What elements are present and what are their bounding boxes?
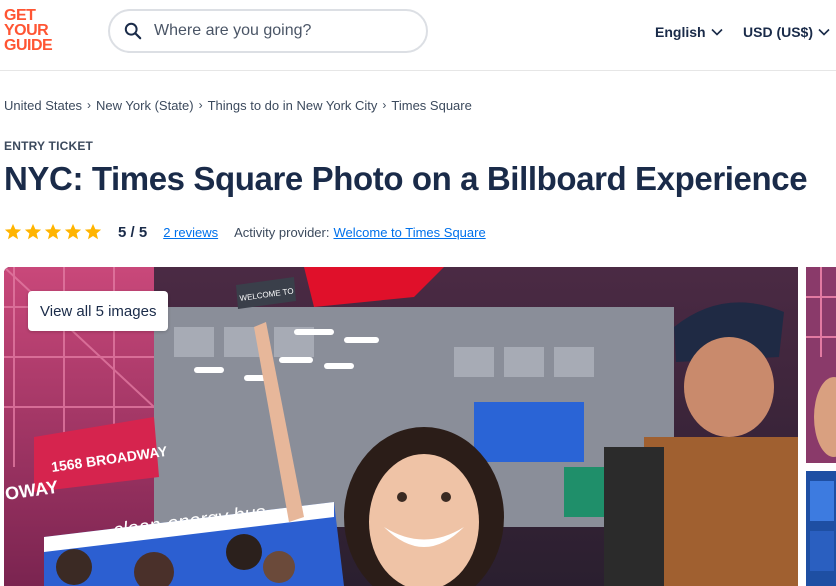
page-title: NYC: Times Square Photo on a Billboard E… bbox=[4, 160, 808, 197]
provider-label: Activity provider: bbox=[234, 224, 330, 240]
gallery-thumb-2[interactable] bbox=[806, 471, 836, 586]
currency-selector[interactable]: USD (US$) bbox=[743, 22, 830, 42]
logo-line-1: GET bbox=[4, 7, 36, 24]
star-icon bbox=[84, 223, 102, 240]
search-bar[interactable] bbox=[108, 9, 428, 53]
breadcrumb-separator: › bbox=[382, 98, 387, 112]
site-header: GET YOUR GUIDE English USD (US$) bbox=[0, 0, 836, 71]
search-icon bbox=[124, 22, 142, 40]
star-icon bbox=[4, 223, 22, 240]
breadcrumb-separator: › bbox=[198, 98, 203, 112]
chevron-down-icon bbox=[818, 28, 830, 36]
breadcrumb-separator: › bbox=[87, 98, 92, 112]
thumbnail-photo bbox=[806, 267, 836, 463]
rating-row: 5 / 5 2 reviews Activity provider: Welco… bbox=[4, 222, 486, 242]
gallery-thumb-1[interactable] bbox=[806, 267, 836, 463]
view-all-images-button[interactable]: View all 5 images bbox=[28, 291, 169, 331]
breadcrumb-times-square[interactable]: Times Square bbox=[391, 98, 471, 113]
star-rating bbox=[4, 223, 104, 241]
search-input[interactable] bbox=[152, 21, 412, 41]
thumbnail-photo bbox=[806, 471, 836, 586]
reviews-link[interactable]: 2 reviews bbox=[163, 225, 218, 240]
breadcrumb-united-states[interactable]: United States bbox=[4, 98, 82, 113]
star-icon bbox=[64, 223, 82, 240]
chevron-down-icon bbox=[710, 28, 723, 36]
breadcrumb-new-york-state[interactable]: New York (State) bbox=[96, 98, 194, 113]
currency-label: USD (US$) bbox=[743, 24, 814, 40]
breadcrumb-things-to-do-nyc[interactable]: Things to do in New York City bbox=[208, 98, 378, 113]
language-selector[interactable]: English bbox=[655, 22, 723, 42]
logo-line-3: GUIDE bbox=[4, 37, 53, 54]
star-icon bbox=[24, 223, 42, 240]
getyourguide-logo[interactable]: GET YOUR GUIDE bbox=[4, 8, 64, 56]
breadcrumb: United States › New York (State) › Thing… bbox=[4, 96, 472, 114]
activity-category: ENTRY TICKET bbox=[4, 139, 94, 153]
star-icon bbox=[44, 223, 62, 240]
language-label: English bbox=[655, 24, 706, 40]
provider-link[interactable]: Welcome to Times Square bbox=[333, 225, 485, 240]
rating-score: 5 / 5 bbox=[118, 223, 148, 241]
logo-line-2: YOUR bbox=[4, 22, 49, 39]
